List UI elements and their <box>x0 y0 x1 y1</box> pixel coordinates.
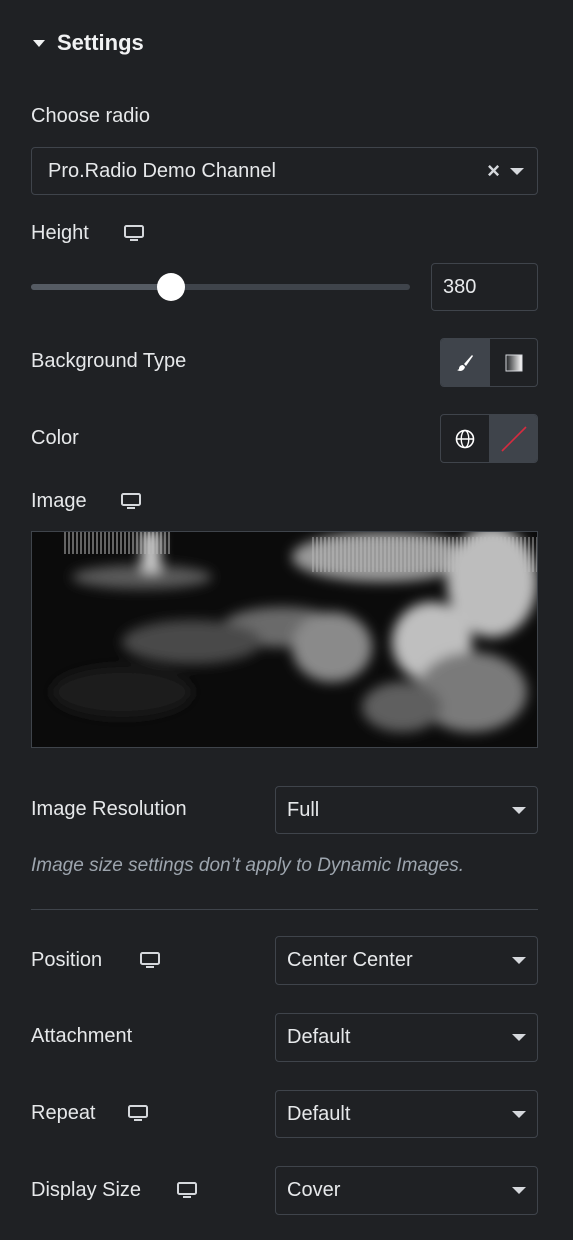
image-resolution-select[interactable]: Full <box>275 786 538 834</box>
no-color-swatch-icon <box>500 425 527 452</box>
color-picker-button[interactable] <box>489 415 537 462</box>
image-resolution-label: Image Resolution <box>31 798 187 820</box>
chevron-down-icon <box>510 167 524 175</box>
display-size-label: Display Size <box>31 1179 142 1201</box>
desktop-responsive-icon[interactable] <box>124 225 144 242</box>
background-gradient-button[interactable] <box>489 339 537 386</box>
display-size-select[interactable]: Cover <box>275 1166 538 1215</box>
desktop-responsive-icon[interactable] <box>128 1105 148 1122</box>
height-slider-track[interactable] <box>31 284 410 290</box>
caret-down-icon <box>33 39 45 47</box>
chevron-down-icon <box>512 1110 526 1118</box>
position-label: Position <box>31 949 103 971</box>
background-type-label: Background Type <box>31 350 187 372</box>
display-size-value: Cover <box>287 1179 341 1201</box>
height-label: Height <box>31 222 89 244</box>
image-label: Image <box>31 490 87 512</box>
desktop-responsive-icon[interactable] <box>177 1182 197 1199</box>
image-preview[interactable] <box>31 531 538 748</box>
color-controls <box>440 414 538 463</box>
desktop-responsive-icon[interactable] <box>121 493 141 510</box>
global-colors-button[interactable] <box>441 415 489 462</box>
height-input[interactable]: 380 <box>431 263 538 311</box>
chevron-down-icon <box>512 1034 526 1041</box>
clear-selection-icon[interactable]: × <box>487 158 500 184</box>
height-slider-thumb[interactable] <box>157 273 186 301</box>
attachment-select[interactable]: Default <box>275 1013 538 1062</box>
desktop-responsive-icon[interactable] <box>140 952 160 969</box>
image-thumbnail <box>32 532 537 747</box>
settings-section-toggle[interactable]: Settings <box>33 30 144 56</box>
position-value: Center Center <box>287 949 413 971</box>
height-input-value: 380 <box>443 275 477 298</box>
globe-icon <box>455 429 475 448</box>
divider <box>31 909 538 910</box>
attachment-label: Attachment <box>31 1025 133 1047</box>
position-select[interactable]: Center Center <box>275 936 538 985</box>
repeat-value: Default <box>287 1102 351 1125</box>
repeat-label: Repeat <box>31 1102 96 1124</box>
radio-select-value: Pro.Radio Demo Channel <box>48 159 276 182</box>
attachment-value: Default <box>287 1026 351 1048</box>
brush-icon <box>457 354 473 371</box>
color-label: Color <box>31 427 79 449</box>
chevron-down-icon <box>512 1187 526 1194</box>
background-classic-button[interactable] <box>441 339 489 386</box>
section-title: Settings <box>57 30 144 55</box>
height-slider-fill <box>31 284 172 290</box>
background-type-toggle <box>440 338 538 387</box>
radio-select[interactable]: Pro.Radio Demo Channel × <box>31 147 538 195</box>
choose-radio-label: Choose radio <box>31 105 150 127</box>
chevron-down-icon <box>512 957 526 964</box>
repeat-select[interactable]: Default <box>275 1090 538 1138</box>
chevron-down-icon <box>512 806 526 814</box>
image-resolution-value: Full <box>287 798 320 821</box>
image-resolution-note: Image size settings don’t apply to Dynam… <box>31 855 464 876</box>
gradient-icon <box>505 354 522 371</box>
